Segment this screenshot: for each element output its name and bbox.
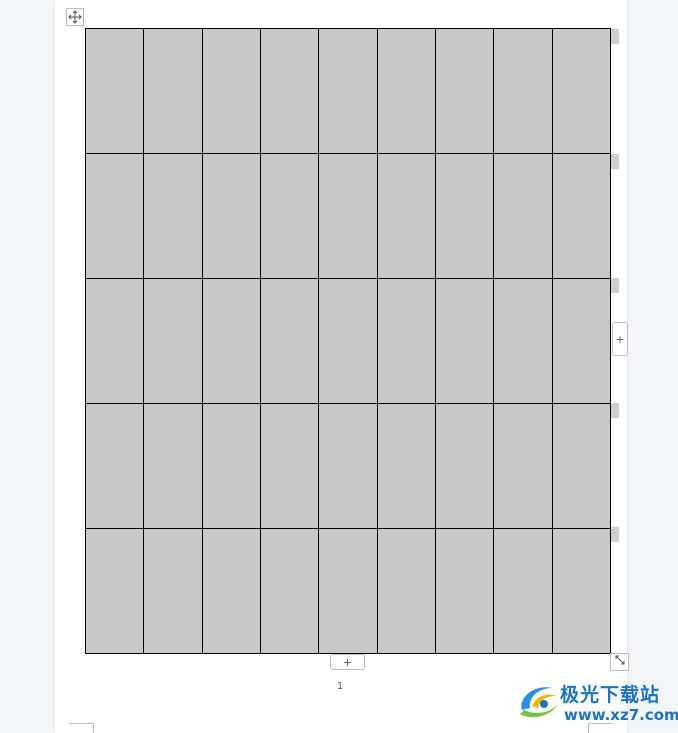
table-cell[interactable] xyxy=(493,403,553,529)
table-cell[interactable] xyxy=(551,153,612,279)
table-cell[interactable] xyxy=(318,153,378,279)
table-cell[interactable] xyxy=(84,528,145,654)
table-cell[interactable] xyxy=(434,278,495,404)
table-cell[interactable] xyxy=(376,403,436,529)
table-resize-handle[interactable] xyxy=(610,653,629,671)
plus-icon: + xyxy=(343,654,352,670)
plus-icon: + xyxy=(615,331,625,347)
table-cell[interactable] xyxy=(434,28,495,154)
table-row xyxy=(84,153,612,279)
table-cell[interactable] xyxy=(318,28,378,154)
row-marker xyxy=(611,403,619,418)
table-cell[interactable] xyxy=(318,528,378,654)
table-cell[interactable] xyxy=(201,528,261,654)
row-marker xyxy=(611,527,619,542)
table-cell[interactable] xyxy=(201,403,261,529)
table-cell[interactable] xyxy=(376,28,436,154)
table-cell[interactable] xyxy=(143,28,203,154)
table-cell[interactable] xyxy=(493,28,553,154)
table-cell[interactable] xyxy=(84,278,145,404)
page-margin-corner-left xyxy=(69,723,94,733)
table-cell[interactable] xyxy=(259,153,320,279)
table-cell[interactable] xyxy=(201,278,261,404)
table-cell[interactable] xyxy=(84,28,145,154)
row-marker xyxy=(611,278,619,293)
table-cell[interactable] xyxy=(551,278,612,404)
table-cell[interactable] xyxy=(551,28,612,154)
table-cell[interactable] xyxy=(318,278,378,404)
table-cell[interactable] xyxy=(376,528,436,654)
page-number: 1 xyxy=(336,681,344,692)
resize-icon xyxy=(614,653,626,671)
table-row xyxy=(84,28,612,154)
table-row xyxy=(84,278,612,404)
table-move-handle[interactable] xyxy=(66,8,84,26)
table-cell[interactable] xyxy=(201,28,261,154)
table-cell[interactable] xyxy=(551,528,612,654)
table-cell[interactable] xyxy=(493,153,553,279)
table-cell[interactable] xyxy=(434,153,495,279)
table-cell[interactable] xyxy=(259,403,320,529)
table-cell[interactable] xyxy=(259,28,320,154)
table-cell[interactable] xyxy=(143,153,203,279)
table-cell[interactable] xyxy=(84,153,145,279)
table-cell[interactable] xyxy=(376,278,436,404)
watermark: 极光下载站 www.xz7.com xyxy=(516,678,678,727)
watermark-url: www.xz7.com xyxy=(564,706,678,724)
row-marker xyxy=(611,154,619,169)
watermark-title: 极光下载站 xyxy=(560,684,661,706)
table-cell[interactable] xyxy=(143,403,203,529)
table-cell[interactable] xyxy=(493,528,553,654)
table-cell[interactable] xyxy=(434,528,495,654)
add-column-button[interactable]: + xyxy=(612,322,628,356)
table-cell[interactable] xyxy=(201,153,261,279)
table-cell[interactable] xyxy=(434,403,495,529)
watermark-logo-icon xyxy=(516,680,562,727)
table-cell[interactable] xyxy=(376,153,436,279)
row-marker xyxy=(611,29,619,44)
table-cell[interactable] xyxy=(143,528,203,654)
table-cell[interactable] xyxy=(259,278,320,404)
table-row xyxy=(84,403,612,529)
table-cell[interactable] xyxy=(259,528,320,654)
table-cell[interactable] xyxy=(551,403,612,529)
table-cell[interactable] xyxy=(84,403,145,529)
table-cell[interactable] xyxy=(143,278,203,404)
table-cell[interactable] xyxy=(493,278,553,404)
add-row-button[interactable]: + xyxy=(330,654,365,670)
move-icon xyxy=(68,10,82,24)
table-cell[interactable] xyxy=(318,403,378,529)
table-row xyxy=(84,528,612,654)
document-table xyxy=(84,28,612,654)
